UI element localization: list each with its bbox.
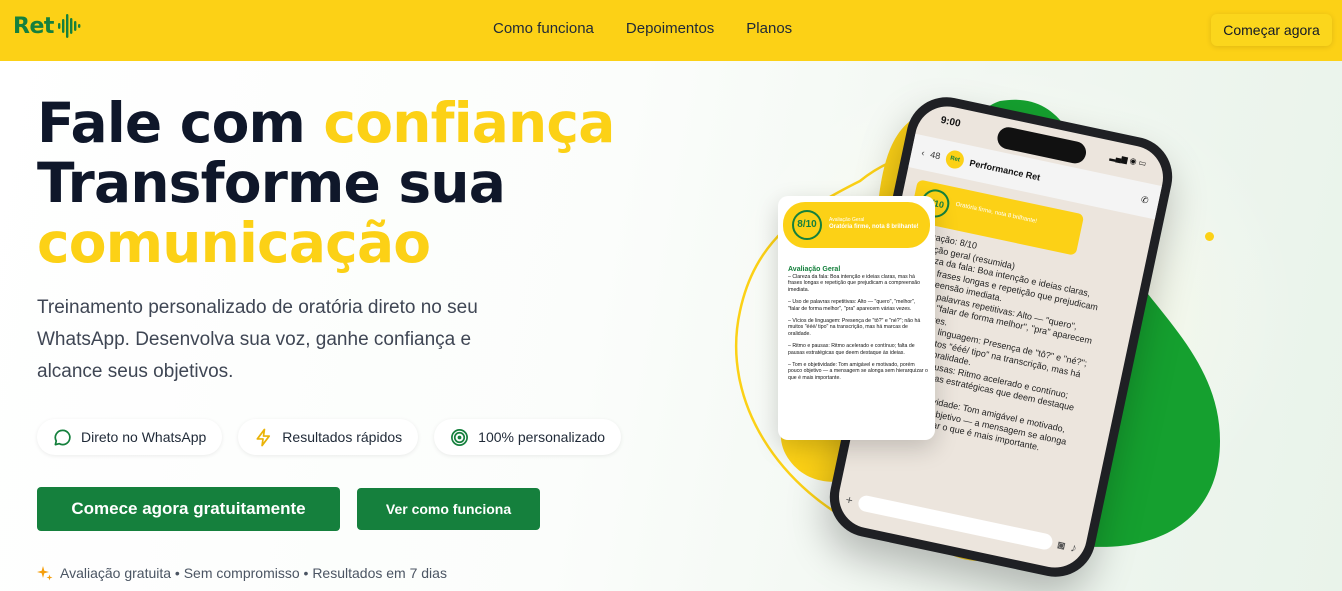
hero-title-line2: Transforme sua [37,151,506,215]
start-free-button[interactable]: Comece agora gratuitamente [37,487,340,531]
evaluation-item: – Uso de palavras repetitivas: Alto — "q… [788,299,916,312]
back-icon[interactable]: ‹ [921,148,926,158]
feature-label: Direto no WhatsApp [81,429,207,445]
evaluation-body: – Clareza da fala: Boa intenção e ideias… [788,274,928,387]
feature-label: Resultados rápidos [282,429,403,445]
feature-pill-results: Resultados rápidos [238,419,419,455]
evaluation-item: – Tom e objetividade: Tom amigável e mot… [788,362,928,381]
feature-label: 100% personalizado [478,429,606,445]
status-icons: ▂▄▆ ◉ ▭ [1109,151,1148,169]
target-icon [451,428,469,446]
start-now-button[interactable]: Começar agora [1211,14,1332,46]
camera-icon[interactable]: ◙ [1056,538,1066,553]
trust-line: Avaliação gratuita • Sem compromisso • R… [37,565,447,581]
logo-text: Ret [13,13,54,39]
evaluation-caption: Avaliação Geral [829,217,865,223]
evaluation-card: 8/10 Avaliação Geral Oratória firme, not… [778,196,935,440]
mic-icon[interactable]: ♪ [1069,540,1078,555]
hero-subtitle: Treinamento personalizado de oratória di… [37,297,478,382]
decorative-dot [1205,232,1214,241]
score-caption: Oratória firme, nota 8 brilhante! [954,201,1038,225]
evaluation-title: Avaliação Geral [788,266,841,273]
hero-title-highlight-2: comunicação [37,211,431,275]
nav-link-planos[interactable]: Planos [746,20,792,37]
contact-name: Performance Ret [968,157,1042,183]
status-time: 9:00 [939,114,962,130]
avatar: Ret [944,148,966,171]
lightning-icon [256,428,271,446]
chat-bubble-icon [54,429,71,445]
hero-title-highlight-1: confiança [323,91,615,155]
nav-link-como-funciona[interactable]: Como funciona [493,20,594,37]
evaluation-card-header: 8/10 Avaliação Geral Oratória firme, not… [783,202,930,248]
evaluation-headline: Oratória firme, nota 8 brilhante! [829,224,919,230]
feature-pills: Direto no WhatsApp Resultados rápidos 10… [37,419,622,455]
navbar: Ret Como funciona Depoimentos Planos Com… [0,0,1342,61]
feature-pill-whatsapp: Direto no WhatsApp [37,419,223,455]
trust-text: Avaliação gratuita • Sem compromisso • R… [60,565,447,581]
logo[interactable]: Ret [13,13,81,39]
hero-title-line1-a: Fale com [37,91,324,155]
evaluation-item: – Clareza da fala: Boa intenção e ideias… [788,274,921,293]
hero-title: Fale com confiança Transforme sua comuni… [37,93,657,273]
plus-icon[interactable]: + [844,492,854,507]
nav-links: Como funciona Depoimentos Planos [493,20,792,37]
sound-wave-icon [57,14,81,38]
score-badge: 8/10 [792,210,822,240]
back-count: 48 [929,149,942,162]
phone-call-icon[interactable]: ✆ [1140,194,1149,206]
sparkles-icon [37,566,53,581]
evaluation-item: – Ritmo e pausas: Ritmo acelerado e cont… [788,343,915,356]
evaluation-item: – Vícios de linguagem: Presença de "tô?"… [788,318,921,337]
feature-pill-personalized: 100% personalizado [434,419,622,455]
how-it-works-button[interactable]: Ver como funciona [357,488,540,530]
nav-link-depoimentos[interactable]: Depoimentos [626,20,714,37]
